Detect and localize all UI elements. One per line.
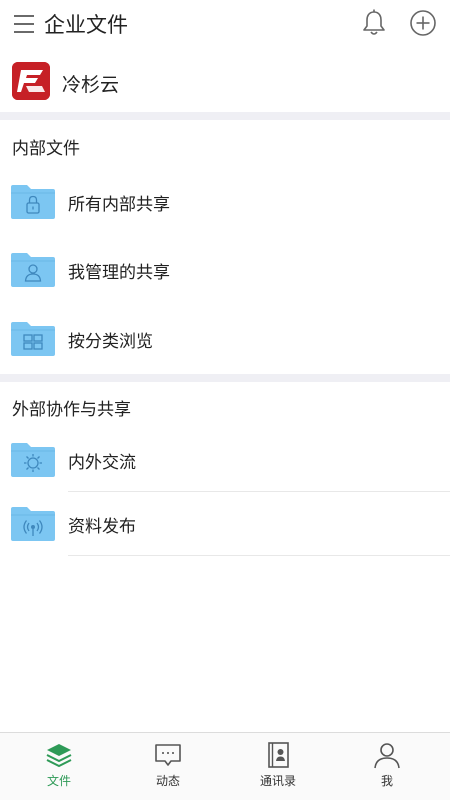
folder-grid-icon [11,322,55,356]
tab-activity[interactable]: 动态 [113,733,223,800]
tab-me[interactable]: 我 [332,733,442,800]
tab-label: 我 [380,774,393,788]
company-name: 冷杉云 [62,74,120,96]
folder-exchange-icon [11,443,55,477]
section-title-external: 外部协作与共享 [12,400,131,420]
list-item-material-publishing[interactable]: 资料发布 [0,494,450,556]
tab-label: 文件 [46,774,71,788]
list-item-label: 按分类浏览 [68,332,153,352]
list-item-label: 我管理的共享 [68,263,170,283]
row-divider [68,491,450,492]
top-bar: 企业文件 [0,0,450,48]
folder-user-icon [11,253,55,287]
list-item-my-managed-shares[interactable]: 我管理的共享 [0,240,450,302]
tab-contacts[interactable]: 通讯录 [223,733,333,800]
bottom-tab-bar: 文件 动态 通讯录 我 [0,732,450,800]
list-item-label: 所有内部共享 [68,195,170,215]
section-divider [0,374,450,382]
contacts-book-icon [268,742,289,768]
chat-bubble-icon [155,744,181,766]
list-item-label: 资料发布 [68,517,136,537]
plus-circle-icon[interactable] [409,9,437,37]
tab-files[interactable]: 文件 [4,733,114,800]
section-title-internal: 内部文件 [12,139,80,159]
folder-broadcast-icon [11,507,55,541]
hamburger-menu-icon[interactable] [12,12,36,36]
company-logo [12,62,50,100]
person-icon [374,743,400,769]
section-divider [0,112,450,120]
tab-label: 动态 [155,774,180,788]
layers-icon [46,744,72,768]
tab-label: 通讯录 [259,774,296,788]
list-item-browse-by-category[interactable]: 按分类浏览 [0,309,450,371]
folder-lock-icon [11,185,55,219]
page-title: 企业文件 [44,13,128,37]
company-row[interactable]: 冷杉云 [0,52,450,112]
list-item-all-internal-shares[interactable]: 所有内部共享 [0,172,450,234]
list-item-label: 内外交流 [68,453,136,473]
fir-cloud-logo [12,62,50,100]
row-divider [68,555,450,556]
list-item-internal-external-exchange[interactable]: 内外交流 [0,430,450,492]
notification-bell-icon[interactable] [359,8,389,38]
